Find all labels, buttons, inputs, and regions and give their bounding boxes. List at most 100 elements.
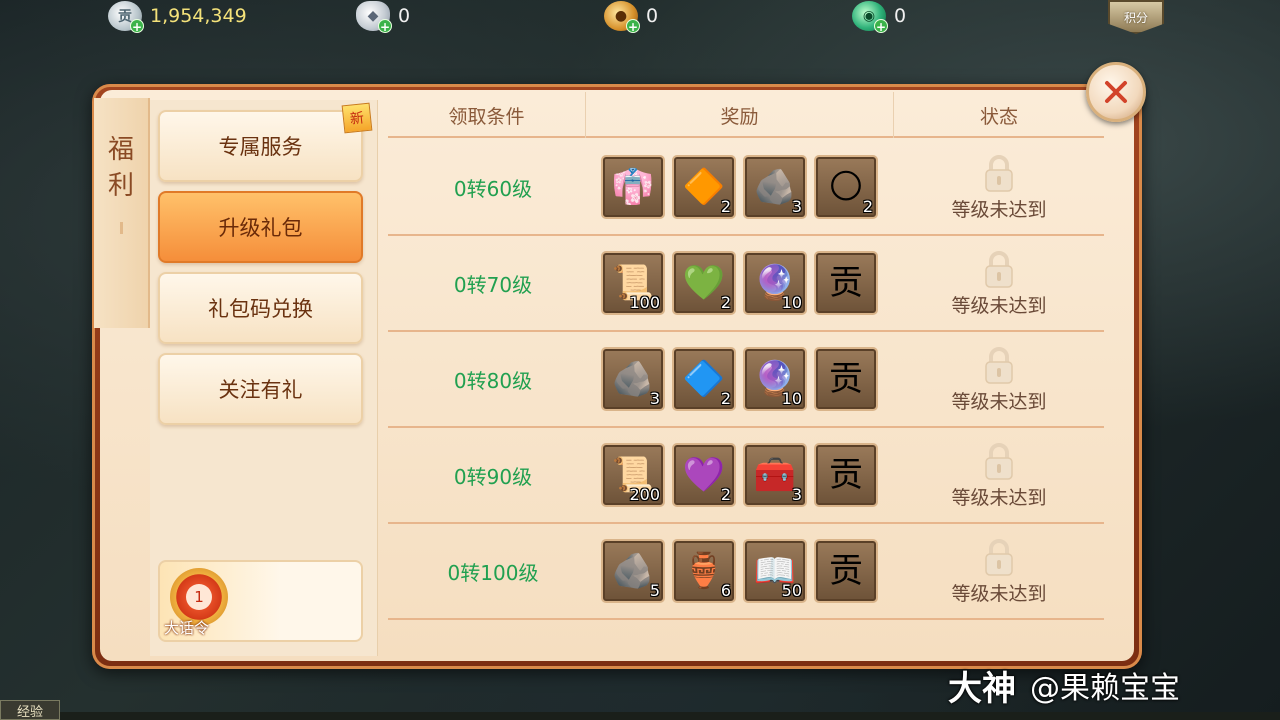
add-icon[interactable]: + [626,19,640,34]
table-row: 0转90级 📜 200 💜 2 🧰 3 贡等级未达到 [388,428,1104,524]
dahua-token[interactable]: 1 大话令 [158,560,363,642]
silver-coin-icon: 贡 [829,359,863,399]
status-cell: 等级未达到 [894,236,1104,330]
reward-item[interactable]: 🔶 2 [672,155,736,219]
watermark: 大神 @果赖宝宝 [948,662,1180,709]
reward-item[interactable]: 🌕 2 [814,155,878,219]
reward-item[interactable]: 💜 2 [672,443,736,507]
reward-quantity: 6 [720,581,731,600]
reward-item[interactable]: 📖 50 [743,539,807,603]
reward-item[interactable]: 🏺 6 [672,539,736,603]
condition-text: 0转90级 [453,464,533,489]
table-row: 0转70级 📜 100 💚 2 🔮 10 贡等级未达到 [388,236,1104,332]
reward-quantity: 2 [720,197,731,216]
reward-item[interactable]: 🔮 10 [743,251,807,315]
reward-item[interactable]: 🪨 3 [743,155,807,219]
reward-item[interactable]: 👘 [601,155,665,219]
add-icon[interactable]: + [130,19,144,34]
reward-item[interactable]: 💚 2 [672,251,736,315]
condition-text: 0转60级 [453,176,533,201]
condition-text: 0转70级 [453,272,533,297]
menu-item-level-gift[interactable]: 升级礼包 [158,191,363,263]
vase-icon: 🏺 [682,551,726,591]
reward-quantity: 10 [781,293,802,312]
title-char: 利 [107,171,134,201]
watermark-user: @果赖宝宝 [1030,671,1180,706]
status-cell: 等级未达到 [894,428,1104,522]
currency-jade[interactable]: ◉ + 0 [852,0,906,34]
close-icon [1105,81,1127,103]
orange-gem-icon: 🔶 [682,167,726,207]
status-cell: 等级未达到 [894,332,1104,426]
menu-item-exclusive-service[interactable]: 专属服务 新 [158,102,373,182]
menu-item-label: 专属服务 [218,135,303,159]
silver-coin-icon: 贡 [829,263,863,303]
menu-item-label: 礼包码兑换 [208,297,313,321]
status-text: 等级未达到 [951,486,1047,509]
exp-bar [60,712,1280,720]
reward-quantity: 3 [791,197,802,216]
reward-quantity: 50 [781,581,802,600]
status-text: 等级未达到 [951,294,1047,317]
lock-icon [982,441,1016,481]
condition-text: 0转80级 [453,368,533,393]
menu-item-gift-code[interactable]: 礼包码兑换 [158,272,363,344]
purple-outfit-icon: 👘 [611,167,655,207]
reward-item[interactable]: 贡 [814,443,878,507]
reward-quantity: 5 [649,581,660,600]
reward-item[interactable]: 贡 [814,539,878,603]
dark-ore-icon: 🪨 [611,551,655,591]
treasure-chest-icon: 🧰 [753,455,797,495]
gold-orb-icon: 🌕 [828,167,864,207]
lock-icon [982,537,1016,577]
reward-item[interactable]: 📜 100 [601,251,665,315]
reward-quantity: 2 [720,389,731,408]
header-reward: 奖励 [586,92,894,138]
token-number: 1 [186,584,212,610]
status-cell: 等级未达到 [894,524,1104,618]
menu-item-label: 升级礼包 [218,216,303,240]
title-char: 福 [107,135,134,165]
points-button[interactable]: 积分 [1108,0,1164,34]
panel-title: 福 利 [94,98,150,328]
reward-item[interactable]: 🪨 3 [601,347,665,411]
table-row: 0转80级 🪨 3 🔷 2 🔮 10 贡等级未达到 [388,332,1104,428]
currency-value: 0 [398,5,411,27]
silver-ingot-icon: ◆ + [356,1,392,34]
reward-item[interactable]: 🪨 5 [601,539,665,603]
silver-coin-icon: 贡 + [108,1,144,34]
status-cell: 等级未达到 [894,140,1104,234]
blue-gem-icon: 🔷 [682,359,726,399]
jade-icon: ◉ + [852,1,888,34]
divider [119,222,123,234]
reward-item[interactable]: 贡 [814,251,878,315]
reward-item[interactable]: 🔮 10 [743,347,807,411]
currency-silver-coin[interactable]: 贡 + 1,954,349 [108,0,247,34]
add-icon[interactable]: + [378,19,392,34]
reward-item[interactable]: 贡 [814,347,878,411]
token-label: 大话令 [164,619,210,637]
currency-copper-coin[interactable]: ● + 0 [604,0,659,34]
dark-ore-icon: 🪨 [611,359,655,399]
reward-quantity: 100 [629,293,660,312]
currency-silver-ingot[interactable]: ◆ + 0 [356,0,411,34]
points-label: 积分 [1123,11,1148,25]
reward-quantity: 2 [720,485,731,504]
reward-quantity: 2 [720,293,731,312]
reward-quantity: 10 [781,389,802,408]
status-text: 等级未达到 [951,582,1047,605]
currency-bar: 贡 + 1,954,349 ◆ + 0 ● + 0 ◉ + 0 积分 [0,0,1280,34]
purple-gem-icon: 💜 [682,455,726,495]
table-row: 0转100级 🪨 5 🏺 6 📖 50 贡等级未达到 [388,524,1104,620]
lock-icon [982,153,1016,193]
lock-icon [982,345,1016,385]
currency-value: 0 [646,5,659,27]
reward-item[interactable]: 🔷 2 [672,347,736,411]
green-gem-icon: 💚 [682,263,726,303]
reward-item[interactable]: 📜 200 [601,443,665,507]
silver-coin-icon: 贡 [829,551,863,591]
add-icon[interactable]: + [874,19,888,34]
reward-item[interactable]: 🧰 3 [743,443,807,507]
currency-value: 1,954,349 [150,5,247,27]
menu-item-follow-gift[interactable]: 关注有礼 [158,353,363,425]
